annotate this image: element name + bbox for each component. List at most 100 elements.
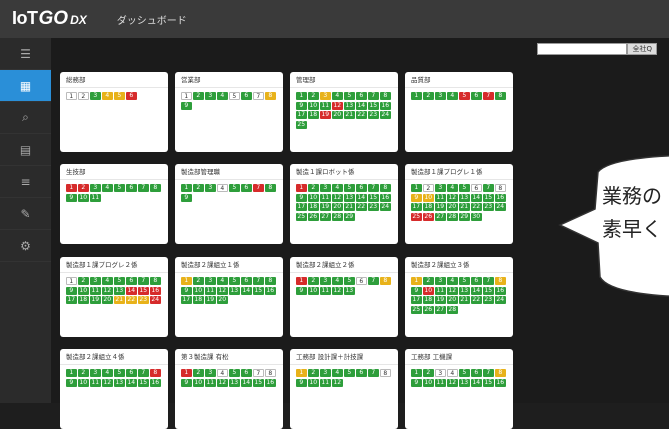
status-cell[interactable]: 21 — [114, 296, 125, 304]
status-cell[interactable]: 14 — [241, 286, 252, 295]
status-cell[interactable]: 5 — [344, 369, 355, 377]
status-cell[interactable]: 4 — [447, 369, 458, 377]
dept-card[interactable]: 生技部 1 2 3 4 5 6 7 8 9 10 11 — [60, 164, 168, 244]
status-cell[interactable]: 5 — [229, 92, 240, 100]
status-cell[interactable]: 5 — [229, 184, 240, 192]
status-cell[interactable]: 12 — [332, 286, 343, 295]
status-cell[interactable]: 7 — [253, 184, 264, 192]
status-cell[interactable]: 16 — [495, 286, 506, 295]
status-cell[interactable]: 22 — [471, 296, 482, 304]
status-cell[interactable]: 8 — [380, 369, 391, 377]
status-cell[interactable]: 6 — [356, 92, 367, 100]
status-cell[interactable]: 9 — [411, 286, 422, 295]
status-cell[interactable]: 20 — [102, 296, 113, 304]
status-cell[interactable]: 2 — [423, 369, 434, 377]
status-cell[interactable]: 18 — [193, 296, 204, 304]
status-cell[interactable]: 22 — [126, 296, 137, 304]
status-cell[interactable]: 5 — [114, 369, 125, 377]
status-cell[interactable]: 4 — [102, 184, 113, 192]
status-cell[interactable]: 3 — [320, 92, 331, 100]
status-cell[interactable]: 28 — [332, 212, 343, 221]
status-cell[interactable]: 6 — [126, 92, 137, 100]
status-cell[interactable]: 13 — [459, 286, 470, 295]
status-cell[interactable]: 6 — [241, 184, 252, 192]
dept-card[interactable]: 製造部２課組立４係 1 2 3 4 5 6 7 8 9 10 11 12 13 14 15 16 — [60, 349, 168, 429]
status-cell[interactable]: 5 — [344, 277, 355, 285]
status-cell[interactable]: 9 — [181, 193, 192, 202]
status-cell[interactable]: 7 — [138, 369, 149, 377]
status-cell[interactable]: 11 — [320, 193, 331, 202]
status-cell[interactable]: 24 — [380, 111, 391, 119]
status-cell[interactable]: 4 — [102, 277, 113, 285]
status-cell[interactable]: 2 — [193, 277, 204, 285]
status-cell[interactable]: 16 — [265, 378, 276, 387]
status-cell[interactable]: 5 — [459, 369, 470, 377]
status-cell[interactable]: 11 — [435, 286, 446, 295]
status-cell[interactable]: 27 — [435, 305, 446, 314]
status-cell[interactable]: 14 — [471, 193, 482, 202]
status-cell[interactable]: 3 — [205, 369, 216, 377]
status-cell[interactable]: 1 — [296, 92, 307, 100]
status-cell[interactable]: 10 — [308, 378, 319, 387]
status-cell[interactable]: 17 — [411, 203, 422, 211]
status-cell[interactable]: 22 — [356, 111, 367, 119]
status-cell[interactable]: 10 — [308, 101, 319, 110]
status-cell[interactable]: 27 — [320, 212, 331, 221]
status-cell[interactable]: 14 — [471, 378, 482, 387]
status-cell[interactable]: 23 — [138, 296, 149, 304]
status-cell[interactable]: 2 — [78, 184, 89, 192]
status-cell[interactable]: 1 — [411, 92, 422, 100]
status-cell[interactable]: 5 — [344, 92, 355, 100]
edit-icon[interactable]: ✎ — [0, 198, 51, 230]
status-cell[interactable]: 4 — [332, 277, 343, 285]
status-cell[interactable]: 10 — [423, 286, 434, 295]
status-cell[interactable]: 26 — [423, 212, 434, 221]
status-cell[interactable]: 7 — [138, 277, 149, 285]
dept-card[interactable]: 品質部 1 2 3 4 5 6 7 8 — [405, 72, 513, 152]
status-cell[interactable]: 1 — [296, 184, 307, 192]
status-cell[interactable]: 3 — [205, 92, 216, 100]
status-cell[interactable]: 13 — [344, 101, 355, 110]
status-cell[interactable]: 4 — [447, 92, 458, 100]
status-cell[interactable]: 2 — [423, 92, 434, 100]
dept-card[interactable]: 製造１課ロボット係 1 2 3 4 5 6 7 8 9 10 11 12 13 14 15 16 17 18 19 20… — [290, 164, 398, 244]
dept-card[interactable]: 製造部２課組立３係 1 2 3 4 5 6 7 8 9 10 11 12 13 14 15 16 17 18 19 20… — [405, 257, 513, 337]
status-cell[interactable]: 11 — [90, 378, 101, 387]
status-cell[interactable]: 6 — [126, 277, 137, 285]
app-logo[interactable]: IoT GO DX — [12, 8, 87, 30]
status-cell[interactable]: 24 — [495, 296, 506, 304]
status-cell[interactable]: 13 — [114, 378, 125, 387]
status-cell[interactable]: 18 — [423, 296, 434, 304]
status-cell[interactable]: 15 — [483, 193, 494, 202]
status-cell[interactable]: 1 — [181, 369, 192, 377]
status-cell[interactable]: 15 — [253, 286, 264, 295]
status-cell[interactable]: 1 — [66, 184, 77, 192]
status-cell[interactable]: 20 — [447, 296, 458, 304]
status-cell[interactable]: 12 — [447, 193, 458, 202]
status-cell[interactable]: 7 — [253, 369, 264, 377]
status-cell[interactable]: 8 — [495, 184, 506, 192]
status-cell[interactable]: 1 — [411, 277, 422, 285]
status-cell[interactable]: 3 — [90, 184, 101, 192]
status-cell[interactable]: 8 — [495, 92, 506, 100]
status-cell[interactable]: 5 — [459, 92, 470, 100]
status-cell[interactable]: 3 — [205, 277, 216, 285]
dept-card[interactable]: 工務部 工機課 1 2 3 4 5 6 7 8 9 10 11 12 13 14 15 16 — [405, 349, 513, 429]
status-cell[interactable]: 22 — [471, 203, 482, 211]
dept-card[interactable]: 総務部 1 2 3 4 5 6 — [60, 72, 168, 152]
status-cell[interactable]: 3 — [320, 184, 331, 192]
status-cell[interactable]: 6 — [471, 92, 482, 100]
status-cell[interactable]: 3 — [435, 184, 446, 192]
status-cell[interactable]: 1 — [66, 92, 77, 100]
list-icon[interactable]: ≡ — [0, 166, 51, 198]
status-cell[interactable]: 1 — [411, 369, 422, 377]
status-cell[interactable]: 24 — [495, 203, 506, 211]
status-cell[interactable]: 12 — [217, 378, 228, 387]
status-cell[interactable]: 25 — [411, 305, 422, 314]
status-cell[interactable]: 6 — [241, 92, 252, 100]
status-cell[interactable]: 4 — [217, 369, 228, 377]
status-cell[interactable]: 2 — [423, 184, 434, 192]
status-cell[interactable]: 5 — [114, 277, 125, 285]
status-cell[interactable]: 3 — [320, 277, 331, 285]
status-cell[interactable]: 10 — [193, 286, 204, 295]
